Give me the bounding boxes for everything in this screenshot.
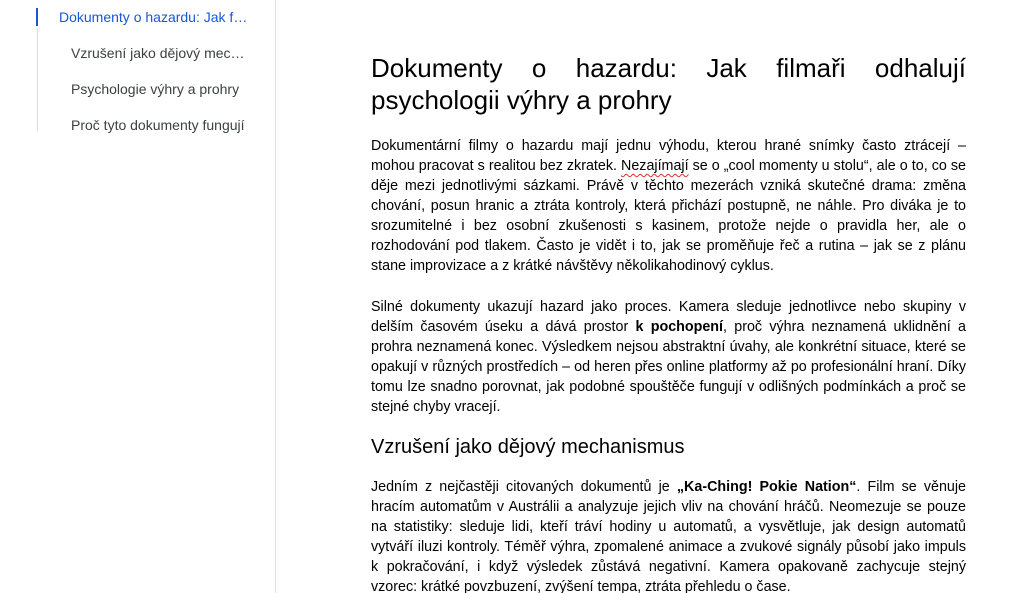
paragraph-3-text-a: Jedním z nejčastěji citovaných dokumentů… <box>371 479 677 495</box>
document-body[interactable]: Dokumenty o hazardu: Jak filmaři odhaluj… <box>371 52 966 593</box>
document-editor: Dokumenty o hazardu: Jak filmaři odhaluj… <box>0 0 1024 593</box>
paragraph-2: Silné dokumenty ukazují hazard jako proc… <box>371 297 966 417</box>
spellcheck-word[interactable]: Nezajímají <box>621 158 689 174</box>
paragraph-3-bold-film-title: „Ka-Ching! Pokie Nation“ <box>676 479 857 495</box>
paragraph-3: Jedním z nejčastěji citovaných dokumentů… <box>371 477 966 593</box>
outline-active-indicator <box>36 8 38 26</box>
outline-item-vzruseni[interactable]: Vzrušení jako dějový mechanismus <box>71 44 249 62</box>
document-outline-panel: Dokumenty o hazardu: Jak filmaři odhaluj… <box>0 0 275 593</box>
section-heading-vzruseni: Vzrušení jako dějový mechanismus <box>371 436 685 458</box>
paragraph-1-text-b: se o „cool momenty u stolu“, ale o to, c… <box>371 158 966 274</box>
paragraph-3-text-b: . Film se věnuje hracím automatům v Aust… <box>371 479 967 593</box>
outline-item-proc[interactable]: Proč tyto dokumenty fungují <box>71 116 249 134</box>
paragraph-2-bold: k pochopení <box>635 319 724 335</box>
outline-item-title[interactable]: Dokumenty o hazardu: Jak filmaři odhaluj… <box>59 8 249 26</box>
page-edge <box>275 0 276 593</box>
document-title: Dokumenty o hazardu: Jak filmaři odhaluj… <box>371 53 966 115</box>
paragraph-1: Dokumentární filmy o hazardu mají jednu … <box>371 136 966 276</box>
outline-item-psychologie[interactable]: Psychologie výhry a prohry <box>71 80 249 98</box>
outline-tree-line <box>37 28 38 131</box>
